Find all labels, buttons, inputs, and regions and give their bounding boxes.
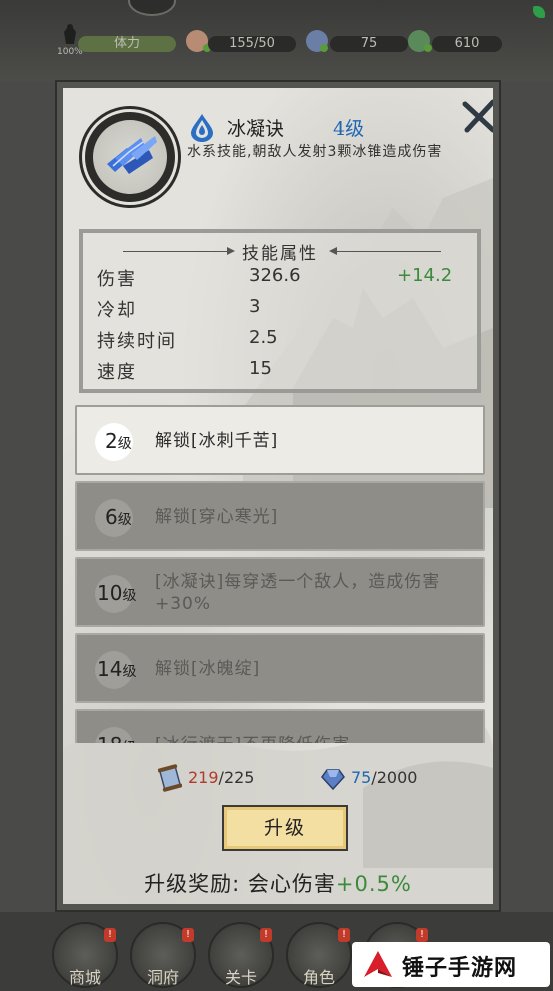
skill-name: 冰凝诀 (227, 118, 285, 140)
skill-upgrade-dialog: 冰凝诀 4级 水系技能,朝敌人发射3颗冰锥造成伤害 技能属性 伤害 326.6 … (55, 80, 501, 912)
crystal-label: 75 (360, 36, 378, 51)
water-drop-icon (191, 114, 213, 142)
level-unlock-list[interactable]: 2级 解锁[冰刺千苦] 6级 解锁[穿心寒光] 10级 [冰凝诀]每穿透一个敌人… (73, 399, 487, 743)
alert-badge: ! (182, 928, 194, 942)
reward-value: +0.5% (335, 872, 412, 896)
skill-level: 4级 (333, 118, 365, 140)
level-unit: 级 (122, 588, 137, 604)
attr-label: 持续时间 (97, 331, 177, 352)
level-unit: 级 (122, 664, 137, 680)
nav-cave-button[interactable]: 洞府 ! (130, 922, 196, 988)
stamina-bar: 体力 (78, 36, 176, 52)
level-number: 2级 (105, 429, 132, 453)
scroll-cost: 219/225 (188, 768, 254, 787)
level-unit: 级 (122, 740, 136, 743)
level-unlock-item[interactable]: 2级 解锁[冰刺千苦] (75, 405, 485, 475)
alert-badge: ! (338, 928, 350, 942)
level-unlock-text: 解锁[冰刺千苦] (155, 431, 279, 451)
upgrade-reward: 升级奖励: 会心伤害+0.5% (63, 868, 493, 898)
level-number: 18级 (97, 733, 136, 743)
player-avatar[interactable] (128, 0, 176, 16)
site-watermark: 锤子手游网 (352, 942, 550, 987)
level-unlock-text: 解锁[冰魄绽] (155, 659, 261, 679)
stamina-label: 体力 (113, 36, 140, 51)
level-unlock-item[interactable]: 18级 [冰行渡天]不再降低伤害 (75, 709, 485, 743)
alert-badge: ! (104, 928, 116, 942)
level-unlock-text: [冰凝诀]每穿透一个敌人，造成伤害+30% (155, 572, 441, 614)
attr-label: 伤害 (97, 269, 137, 290)
crystal-plus-icon (320, 44, 328, 52)
gem-owned: 75 (351, 768, 372, 787)
level-number: 14级 (97, 657, 136, 681)
leaf-icon[interactable] (533, 6, 545, 18)
food-counter: 155/50 (208, 36, 296, 52)
attr-value: 3 (249, 296, 261, 317)
food-label: 155/50 (229, 36, 275, 51)
attr-label: 冷却 (97, 300, 137, 321)
dialog-paper: 冰凝诀 4级 水系技能,朝敌人发射3颗冰锥造成伤害 技能属性 伤害 326.6 … (63, 88, 493, 904)
level-number: 6级 (105, 505, 132, 529)
level-value: 10 (97, 581, 123, 605)
level-unlock-text: [冰行渡天]不再降低伤害 (155, 734, 475, 743)
scroll-owned: 219 (188, 768, 219, 787)
skill-icon-frame (85, 112, 175, 202)
level-unit: 级 (117, 436, 132, 452)
herb-label: 610 (454, 36, 480, 51)
level-unlock-item[interactable]: 6级 解锁[穿心寒光] (75, 481, 485, 551)
herb-counter: 610 (432, 36, 502, 52)
scroll-icon (158, 764, 182, 792)
scroll-required: /225 (218, 768, 255, 787)
level-value: 2 (105, 429, 118, 453)
alert-badge: ! (416, 928, 428, 942)
level-unlock-item[interactable]: 14级 解锁[冰魄绽] (75, 633, 485, 703)
gem-cost: 75/2000 (351, 768, 417, 787)
level-value: 6 (105, 505, 118, 529)
gem-required: /2000 (371, 768, 418, 787)
hammer-logo-icon (364, 951, 392, 977)
blue-gem-icon (321, 769, 345, 790)
nav-label: 洞府 (146, 968, 179, 987)
level-unlock-text: 解锁[穿心寒光] (155, 507, 279, 527)
ice-shards-icon (93, 120, 167, 194)
nav-stage-button[interactable]: 关卡 ! (208, 922, 274, 988)
attributes-title: 技能属性 (242, 244, 318, 264)
crystal-counter: 75 (330, 36, 408, 52)
reward-label: 升级奖励: 会心伤害 (144, 872, 336, 896)
nav-label: 角色 (302, 968, 335, 987)
level-value: 18 (97, 733, 122, 743)
nav-label: 商城 (68, 968, 101, 987)
nav-label: 关卡 (224, 968, 257, 987)
herb-plus-icon (424, 44, 432, 52)
level-unlock-item[interactable]: 10级 [冰凝诀]每穿透一个敌人，造成伤害+30% (75, 557, 485, 627)
watermark-text: 锤子手游网 (402, 956, 518, 981)
attr-bonus: +14.2 (397, 265, 453, 286)
level-number: 10级 (97, 581, 136, 605)
skill-description: 水系技能,朝敌人发射3颗冰锥造成伤害 (187, 144, 443, 160)
top-resource-bar: 100% 体力 155/50 75 610 (0, 0, 553, 82)
attr-value: 15 (249, 358, 272, 379)
alert-badge: ! (260, 928, 272, 942)
nav-shop-button[interactable]: 商城 ! (52, 922, 118, 988)
attr-label: 速度 (97, 362, 137, 383)
upgrade-button[interactable]: 升级 (222, 805, 348, 851)
level-unit: 级 (117, 512, 132, 528)
nav-character-button[interactable]: 角色 ! (286, 922, 352, 988)
attr-value: 2.5 (249, 327, 278, 348)
level-value: 14 (97, 657, 123, 681)
close-icon[interactable] (459, 96, 493, 136)
skill-attributes-panel: 技能属性 伤害 326.6 +14.2 冷却 3 持续时间 2.5 速度 15 (79, 229, 481, 393)
attr-value: 326.6 (249, 265, 301, 286)
